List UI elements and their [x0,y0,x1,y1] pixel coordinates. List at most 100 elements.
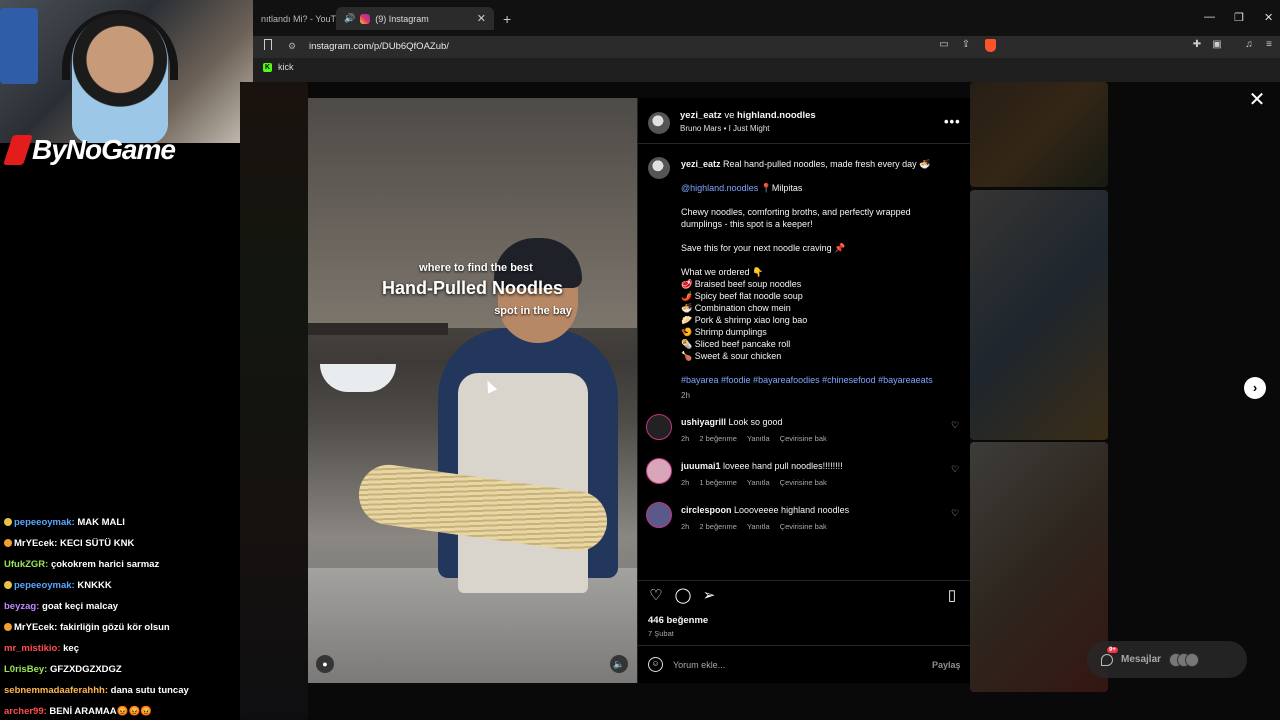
video-caption-top: where to find the best [419,262,533,274]
share-page-icon[interactable]: ⇪ [960,39,972,51]
webcam-fridge [0,8,38,84]
caption-paragraph: Save this for your next noodle craving 📌 [681,243,846,253]
caption-location: 📍Milpitas [758,183,803,193]
author-username[interactable]: yezi_eatz [680,110,722,121]
more-options-icon[interactable]: ••• [944,114,961,129]
tab-youtube-label: nıtlandı Mi? - YouTu [261,13,336,24]
chat-username: UfukZGR: [4,559,49,570]
emoji-icon[interactable]: ☺ [648,657,663,672]
chat-message: archer99: BENİ ARAMAA😡😡😡 [4,701,240,720]
speaker-icon: 🔊 [344,13,356,23]
reply-button[interactable]: Yanıtla [747,478,770,487]
comment-meta: 2h 2 beğenme Yanıtla Çevirisine bak [681,522,837,531]
comment-like-icon[interactable]: ♡ [951,420,959,431]
new-tab-button[interactable]: + [503,11,511,27]
mute-toggle-icon[interactable]: 🔈 [610,655,628,673]
tab-instagram[interactable]: 🔊 (9) Instagram ✕ [336,7,494,30]
comment-username[interactable]: circlespoon [681,505,732,515]
bookmark-page-icon[interactable] [264,39,272,50]
media-icon[interactable]: ♫ [1243,39,1255,51]
post-audio[interactable]: Bruno Mars • I Just Might [680,124,770,133]
collab-username[interactable]: highland.noodles [737,110,816,121]
chat-username: pepeeoymak: [14,580,75,591]
comment-body: Look so good [726,417,783,427]
close-window-icon[interactable]: ✕ [1264,11,1273,24]
comment-input[interactable] [673,657,913,673]
stream-chat: pepeeoymak: MAK MALI MrYEcek: KECI SÜTÜ K… [4,512,240,720]
sidebar-icon[interactable]: ▣ [1211,39,1223,51]
caption-username[interactable]: yezi_eatz [681,159,721,169]
extensions-icon[interactable]: ✚ [1191,39,1203,51]
webcam-feed [0,0,253,143]
chat-username: sebnemmadaaferahhh: [4,685,109,696]
comment-body: loveee hand pull noodles!!!!!!!! [720,461,843,471]
caption-mention[interactable]: @highland.noodles [681,183,758,193]
comment-likes[interactable]: 2 beğenme [699,522,737,531]
like-count[interactable]: 446 beğenme [648,615,708,626]
translate-button[interactable]: Çevirisine bak [780,478,827,487]
url-field[interactable]: ⚙ instagram.com/p/DUb6QfOAZub/ [288,38,1000,54]
comment-avatar[interactable] [646,502,672,528]
like-heart-icon[interactable]: ♡ [647,587,665,605]
messages-button[interactable]: 9+ Mesajlar [1087,641,1247,678]
comment-avatar[interactable] [646,414,672,440]
comment-avatar[interactable] [646,458,672,484]
close-modal-icon[interactable]: ✕ [1247,90,1267,110]
caption-avatar[interactable] [648,157,670,179]
streamer-logo: ByNoGame [3,134,176,166]
chat-username: L0risBey: [4,664,48,675]
caption-paragraph: dumplings - this spot is a keeper! [681,219,813,229]
video-caption-bottom: spot in the bay [494,305,572,317]
site-settings-icon[interactable]: ⚙ [288,41,298,52]
next-post-button[interactable]: › [1244,377,1266,399]
comment-username[interactable]: ushiyagrill [681,417,726,427]
chat-username: beyzag: [4,601,40,612]
chat-message: beyzag: goat keçi malcay [4,596,240,617]
cast-icon[interactable]: ▭ [938,39,950,51]
caption-timestamp: 2h [681,391,690,400]
tagged-users-icon[interactable]: ● [316,655,334,673]
chat-text: KNKKK [74,580,112,591]
share-send-icon[interactable]: ➢ [700,587,718,605]
comment-likes[interactable]: 2 beğenme [699,434,737,443]
comment-likes[interactable]: 1 beğenme [699,478,737,487]
tab-close-icon[interactable]: ✕ [477,12,486,25]
logo-mark-icon [3,135,33,165]
save-bookmark-icon[interactable]: ▯ [943,587,961,605]
chat-text: keç [60,643,79,654]
chat-username: MrYEcek: [14,538,58,549]
comment-text: ushiyagrill Look so good [681,417,783,427]
author-avatar[interactable] [648,112,670,134]
reply-button[interactable]: Yanıtla [747,522,770,531]
chat-username: MrYEcek: [14,622,58,633]
chat-badge-icon [4,518,12,526]
tab-instagram-label: (9) Instagram [375,13,429,24]
caption-item: 🌯 Sliced beef pancake roll [681,339,791,349]
bookmark-kick[interactable]: K kick [263,62,294,72]
reply-button[interactable]: Yanıtla [747,434,770,443]
caption-hashtags[interactable]: #bayarea #foodie #bayareafoodies #chines… [681,374,933,386]
actions-divider [638,580,970,581]
chat-badge-icon [4,581,12,589]
restore-icon[interactable]: ❐ [1234,11,1244,24]
menu-icon[interactable]: ≡ [1263,39,1275,51]
chat-badge-icon [4,539,12,547]
comment-username[interactable]: juuumai1 [681,461,721,471]
post-video[interactable]: where to find the best Hand-Pulled Noodl… [308,98,637,683]
caption-paragraph: Chewy noodles, comforting broths, and pe… [681,207,911,217]
tab-youtube[interactable]: nıtlandı Mi? - YouTu [253,7,336,30]
brave-shield-icon[interactable] [985,39,996,52]
translate-button[interactable]: Çevirisine bak [780,434,827,443]
post-comment-button[interactable]: Paylaş [932,660,961,670]
minimize-icon[interactable]: — [1204,11,1215,23]
chat-message: MrYEcek: KECI SÜTÜ KNK [4,533,240,554]
comment-like-icon[interactable]: ♡ [951,464,959,475]
comment-like-icon[interactable]: ♡ [951,508,959,519]
chat-username: archer99: [4,706,47,717]
comment-time: 2h [681,478,690,487]
comment-bubble-icon[interactable]: ◯ [674,587,692,605]
post-date: 7 Şubat [648,629,674,638]
translate-button[interactable]: Çevirisine bak [780,522,827,531]
webcam-person [72,14,168,143]
messages-icon [1101,653,1113,666]
